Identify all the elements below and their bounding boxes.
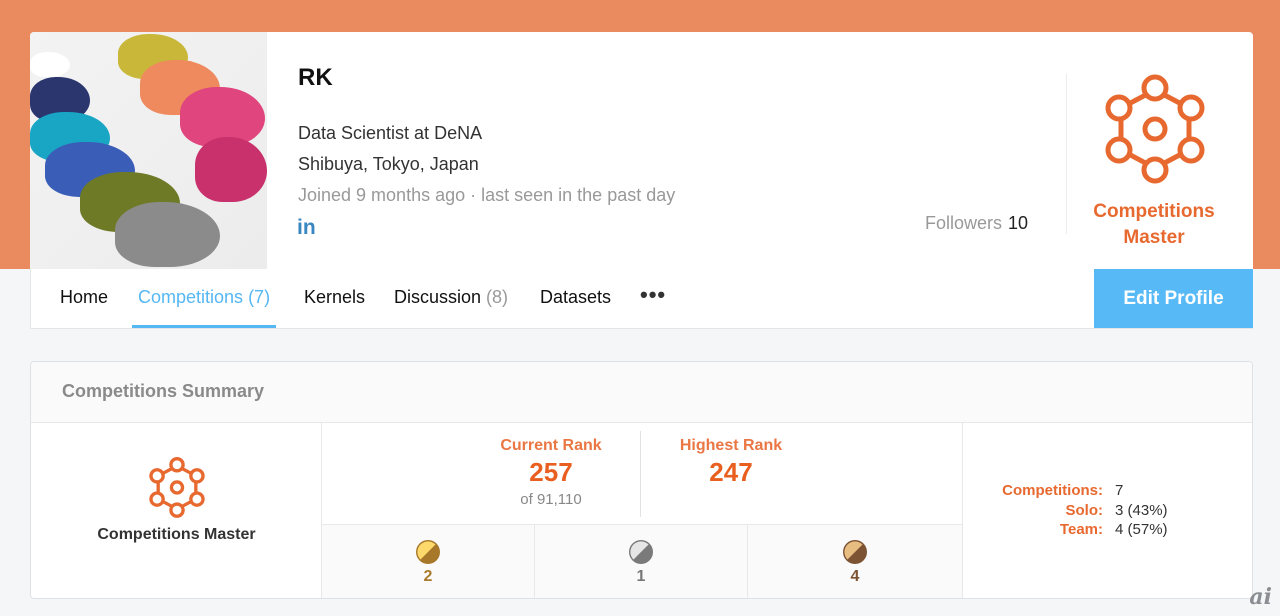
avatar[interactable] (30, 32, 267, 270)
bronze-medal-icon (843, 540, 867, 564)
competition-stats: Competitions: 7 Solo: 3 (43%) Team: 4 (5… (962, 423, 1252, 598)
watermark-logo: ai (1249, 584, 1272, 610)
current-rank-total: of 91,110 (520, 491, 582, 508)
profile-card: RK Data Scientist at DeNA Shibuya, Tokyo… (30, 32, 1253, 270)
summary-tier-title: Competitions Master (97, 526, 256, 543)
silver-count: 1 (636, 568, 646, 585)
current-rank-value: 257 (529, 457, 573, 487)
silver-medal-icon (629, 540, 653, 564)
followers-count: 10 (1008, 213, 1029, 233)
competitions-master-icon (149, 457, 205, 518)
followers-label: Followers (925, 213, 1003, 233)
summary-tier: Competitions Master (31, 423, 322, 598)
medals-row: 2 1 4 (322, 525, 962, 598)
stat-team: Team: 4 (57%) (1059, 521, 1168, 538)
tab-competitions[interactable]: Competitions (7) (132, 269, 277, 328)
highest-rank-value: 247 (709, 457, 753, 487)
tab-datasets[interactable]: Datasets (540, 269, 611, 328)
divider (640, 431, 641, 517)
current-rank-label: Current Rank (500, 437, 602, 454)
highest-rank-label: Highest Rank (679, 437, 783, 454)
linkedin-icon[interactable]: in (297, 216, 316, 240)
more-icon[interactable]: ••• (640, 269, 666, 328)
profile-location: Shibuya, Tokyo, Japan (298, 154, 479, 174)
summary-title: Competitions Summary (31, 362, 1252, 423)
followers[interactable]: Followers 10 (925, 213, 1028, 234)
tab-kernels[interactable]: Kernels (304, 269, 365, 328)
tier-title: Competitions Master (1093, 201, 1215, 248)
bronze-medals: 4 (748, 525, 962, 598)
profile-joined: Joined 9 months ago · last seen in the p… (298, 185, 676, 205)
gold-medals: 2 (322, 525, 535, 598)
divider (1066, 74, 1067, 234)
edit-profile-button[interactable]: Edit Profile (1094, 269, 1253, 328)
competitions-master-icon (1105, 74, 1205, 184)
profile-occupation: Data Scientist at DeNA (298, 123, 483, 143)
silver-medals: 1 (535, 525, 748, 598)
profile-nav: Home Competitions (7) Kernels Discussion… (30, 269, 1253, 329)
competitions-summary: Competitions Summary Competitions Master (30, 361, 1253, 599)
rank-section: Current Rank 257 of 91,110 Highest Rank … (322, 423, 962, 525)
highest-rank: Highest Rank 247 (661, 437, 801, 488)
tab-home[interactable]: Home (60, 269, 108, 328)
bronze-count: 4 (850, 568, 860, 585)
profile-name: RK (298, 64, 333, 91)
current-rank: Current Rank 257 of 91,110 (481, 437, 621, 508)
stat-solo: Solo: 3 (43%) (1065, 501, 1168, 519)
gold-count: 2 (423, 568, 433, 585)
gold-medal-icon (416, 540, 440, 564)
tab-discussion[interactable]: Discussion (8) (394, 269, 508, 328)
stat-competitions: Competitions: 7 (1002, 482, 1124, 499)
